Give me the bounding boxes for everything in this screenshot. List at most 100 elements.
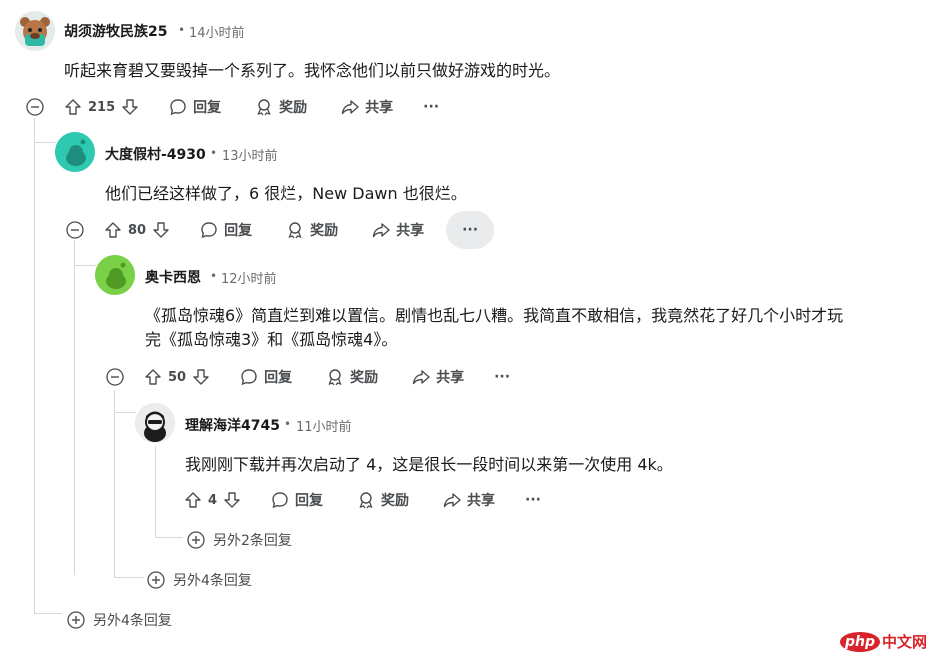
- more-replies-button[interactable]: 另外2条回复: [187, 530, 292, 550]
- more-options-icon: ···: [494, 369, 511, 385]
- more-replies-label: 另外4条回复: [93, 613, 172, 629]
- award-button[interactable]: 奖励: [247, 89, 315, 125]
- more-replies-label: 另外4条回复: [173, 573, 252, 589]
- vote-group: 4: [176, 482, 249, 518]
- avatar[interactable]: [15, 11, 55, 51]
- comment-timestamp[interactable]: 14小时前: [189, 22, 245, 41]
- comment-timestamp[interactable]: 13小时前: [222, 145, 278, 164]
- avatar[interactable]: [95, 255, 135, 295]
- avatar-snoo-icon: [55, 132, 95, 172]
- comment-author[interactable]: 奥卡西恩: [145, 267, 201, 287]
- thread-line-1[interactable]: [34, 118, 35, 614]
- upvote-icon[interactable]: [64, 98, 82, 116]
- collapse-icon[interactable]: [106, 368, 124, 386]
- reply-icon: [201, 222, 217, 239]
- more-replies-button[interactable]: 另外4条回复: [67, 610, 172, 630]
- more-options-button[interactable]: ···: [415, 89, 447, 125]
- more-replies-label: 另外2条回复: [213, 533, 292, 549]
- more-options-button[interactable]: ···: [517, 482, 549, 518]
- comment-timestamp[interactable]: 11小时前: [296, 416, 352, 435]
- award-label: 奖励: [350, 370, 379, 386]
- expand-icon: [67, 611, 85, 629]
- award-icon: [257, 99, 271, 116]
- thread-line-3-branch: [114, 412, 136, 413]
- comment-author[interactable]: 理解海洋4745: [185, 415, 280, 435]
- downvote-icon[interactable]: [152, 221, 170, 239]
- expand-icon: [187, 531, 205, 549]
- vote-count: 215: [88, 99, 116, 115]
- avatar-bear-icon: [15, 11, 55, 51]
- reply-button[interactable]: 回复: [263, 482, 331, 518]
- thread-line-3[interactable]: [114, 390, 115, 578]
- share-label: 共享: [396, 223, 425, 239]
- expand-icon: [147, 571, 165, 589]
- thread-line-2-branch: [74, 265, 96, 266]
- more-options-icon: ···: [462, 222, 479, 238]
- thread-line-1-curve: [34, 613, 62, 614]
- reply-icon: [170, 99, 186, 116]
- reply-button[interactable]: 回复: [192, 212, 260, 248]
- reply-label: 回复: [224, 223, 253, 239]
- comment-author[interactable]: 胡须游牧民族25: [64, 21, 167, 41]
- collapse-icon[interactable]: [66, 221, 84, 239]
- vote-group: 215: [56, 89, 147, 125]
- vote-count: 4: [208, 492, 218, 508]
- award-label: 奖励: [381, 493, 410, 509]
- award-icon: [328, 369, 342, 386]
- avatar-snoo-icon: [135, 403, 175, 443]
- award-button[interactable]: 奖励: [349, 482, 417, 518]
- more-options-button[interactable]: ···: [486, 359, 518, 395]
- separator-dot: •: [210, 146, 218, 160]
- upvote-icon[interactable]: [104, 221, 122, 239]
- comment-body-line: 完《孤岛惊魂3》和《孤岛惊魂4》。: [145, 330, 398, 349]
- reply-label: 回复: [295, 493, 324, 509]
- share-button[interactable]: 共享: [435, 482, 503, 518]
- separator-dot: •: [210, 269, 218, 283]
- share-button[interactable]: 共享: [364, 212, 432, 248]
- reply-icon: [241, 369, 257, 386]
- more-options-button[interactable]: ···: [446, 211, 495, 249]
- more-replies-button[interactable]: 另外4条回复: [147, 570, 252, 590]
- comment-author[interactable]: 大度假村-4930: [105, 144, 206, 164]
- share-icon: [412, 370, 430, 385]
- thread-line-3-curve: [114, 577, 144, 578]
- upvote-icon[interactable]: [144, 368, 162, 386]
- vote-count: 50: [168, 369, 187, 385]
- avatar-snoo-icon: [95, 255, 135, 295]
- reply-button[interactable]: 回复: [232, 359, 300, 395]
- more-options-icon: ···: [423, 99, 440, 115]
- upvote-icon[interactable]: [184, 491, 202, 509]
- more-options-icon: ···: [525, 492, 542, 508]
- watermark-text: 中文网: [881, 633, 927, 651]
- reply-label: 回复: [264, 370, 293, 386]
- reply-button[interactable]: 回复: [161, 89, 229, 125]
- share-label: 共享: [436, 370, 465, 386]
- award-button[interactable]: 奖励: [278, 212, 346, 248]
- thread-line-4: [155, 445, 156, 538]
- reply-label: 回复: [193, 100, 222, 116]
- thread-line-2[interactable]: [74, 240, 75, 575]
- collapse-icon[interactable]: [26, 98, 44, 116]
- award-icon: [359, 492, 373, 509]
- comment-actions: 4 回复 奖励 共享 ···: [176, 482, 549, 518]
- share-button[interactable]: 共享: [404, 359, 472, 395]
- comment-actions: 215 回复 奖励 共享 ···: [56, 89, 447, 125]
- avatar[interactable]: [135, 403, 175, 443]
- comment-body: 我刚刚下载并再次启动了 4，这是很长一段时间以来第一次使用 4k。: [185, 455, 673, 474]
- comment-timestamp[interactable]: 12小时前: [221, 268, 277, 287]
- share-icon: [443, 493, 461, 508]
- share-button[interactable]: 共享: [333, 89, 401, 125]
- comment-body-line: 《孤岛惊魂6》简直烂到难以置信。剧情也乱七八糟。我简直不敢相信，我竟然花了好几个…: [145, 306, 844, 325]
- downvote-icon[interactable]: [223, 491, 241, 509]
- share-icon: [372, 223, 390, 238]
- award-button[interactable]: 奖励: [318, 359, 386, 395]
- comment-actions: 50 回复 奖励 共享 ···: [136, 359, 518, 395]
- share-label: 共享: [365, 100, 394, 116]
- comment-body: 他们已经这样做了，6 很烂，New Dawn 也很烂。: [105, 184, 467, 203]
- watermark-logo: php 中文网: [839, 631, 927, 652]
- avatar[interactable]: [55, 132, 95, 172]
- separator-dot: •: [178, 23, 186, 37]
- downvote-icon[interactable]: [192, 368, 210, 386]
- watermark-php: php: [839, 631, 880, 652]
- downvote-icon[interactable]: [121, 98, 139, 116]
